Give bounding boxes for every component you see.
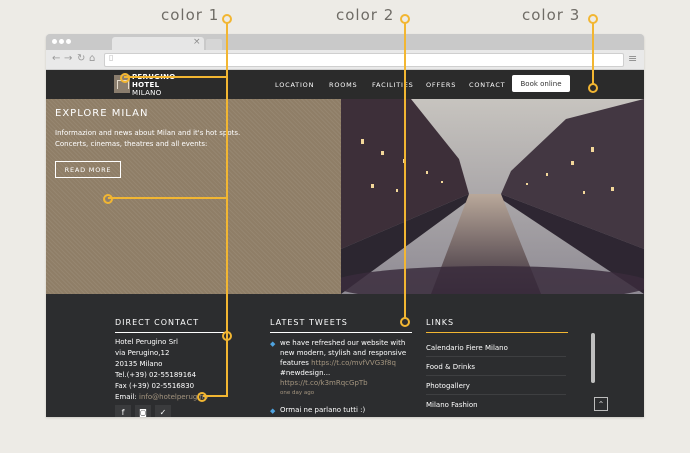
annotation-line-hero [108,197,228,199]
email-label: Email: [115,393,140,401]
read-more-button[interactable]: READ MORE [55,161,121,178]
reload-icon[interactable]: ↻ [77,53,85,64]
window-minimize-dot[interactable] [59,39,64,44]
tweet-bird-icon: ◆ [270,340,276,348]
home-icon[interactable]: ⌂ [89,53,95,64]
browser-toolbar: ← → ↻ ⌂ ▯ ≡ [46,50,644,70]
contact-email-row: Email: info@hotelperugino [115,393,208,402]
forward-arrow-icon[interactable]: → [64,53,72,64]
tab-close-icon[interactable]: × [193,37,201,47]
tweet-link-2[interactable]: https://t.co/k3mRqcGpTb [280,378,410,388]
annotation-dot-hero [103,194,113,204]
tweet-link-1[interactable]: https://t.co/mvfVVG3f8q [311,359,396,367]
contact-city: 20135 Milano [115,360,163,368]
window-close-dot[interactable] [52,39,57,44]
link-milano-fashion[interactable]: Milano Fashion [426,401,478,409]
tweet-1-time: one day ago [280,390,315,396]
site-footer: DIRECT CONTACT Hotel Perugino Srl via Pe… [46,294,644,417]
window-zoom-dot[interactable] [66,39,71,44]
link-calendario-fiere[interactable]: Calendario Fiere Milano [426,344,508,352]
contact-divider [115,332,227,333]
contact-street: via Perugino,12 [115,349,170,357]
annotation-label-color-1: color 1 [161,6,220,24]
contact-fax: Fax (+39) 02-5516830 [115,382,195,390]
nav-item-facilities[interactable]: FACILITIES [372,81,414,89]
new-tab-button[interactable] [206,39,222,50]
browser-menu-icon[interactable]: ≡ [628,52,637,65]
address-bar[interactable]: ▯ [104,53,624,67]
nav-item-offers[interactable]: OFFERS [426,81,456,89]
tweet-bird-icon: ◆ [270,407,276,415]
links-title: LINKS [426,318,455,327]
annotation-label-color-3: color 3 [522,6,581,24]
book-online-button[interactable]: Book online [512,75,570,92]
latest-tweets-title: LATEST TWEETS [270,318,348,327]
annotation-dot-color-2 [400,317,410,327]
direct-contact-title: DIRECT CONTACT [115,318,200,327]
website-page: PERUGINO HOTEL MILANO LOCATION ROOMS FAC… [46,70,644,417]
hero-title: EXPLORE MILAN [55,108,149,119]
link-photogallery[interactable]: Photogallery [426,382,470,390]
twitter-icon[interactable]: ✓ [155,405,171,417]
contact-company: Hotel Perugino Srl [115,338,178,346]
site-header: PERUGINO HOTEL MILANO LOCATION ROOMS FAC… [46,70,644,99]
annotation-label-color-2: color 2 [336,6,395,24]
annotation-dot-logo [120,73,130,83]
hero-description: Informazion and news about Milan and it'… [55,129,241,148]
browser-window: × ← → ↻ ⌂ ▯ ≡ PERUGINO HOTEL MILANO LOCA… [46,34,644,417]
tweet-2: Ormai ne parlano tutti :) [280,406,366,414]
milan-canal-photo [341,99,644,294]
annotation-dot-email [197,392,207,402]
links-divider [426,332,568,333]
facebook-icon[interactable]: f [115,405,131,417]
browser-tab[interactable] [112,37,204,50]
back-arrow-icon[interactable]: ← [52,53,60,64]
nav-item-contact[interactable]: CONTACT [469,81,505,89]
nav-item-rooms[interactable]: ROOMS [329,81,357,89]
tweet-1: we have refreshed our website with new m… [280,338,410,388]
annotation-dot-color-3 [588,83,598,93]
back-to-top-button[interactable]: ⌃ [594,397,608,411]
link-food-drinks[interactable]: Food & Drinks [426,363,475,371]
annotation-line-logo [124,76,228,78]
annotation-dot-contact-rule [222,331,232,341]
browser-tabbar: × [46,34,644,50]
instagram-icon[interactable]: ◙ [135,405,151,417]
contact-phone: Tel.(+39) 02-55189164 [115,371,197,379]
tweets-divider [270,332,412,333]
nav-item-location[interactable]: LOCATION [275,81,314,89]
page-scrollbar[interactable] [591,333,595,383]
annotation-line-color-3 [592,22,594,84]
page-document-icon: ▯ [109,53,114,62]
annotation-line-color-2 [404,22,406,318]
